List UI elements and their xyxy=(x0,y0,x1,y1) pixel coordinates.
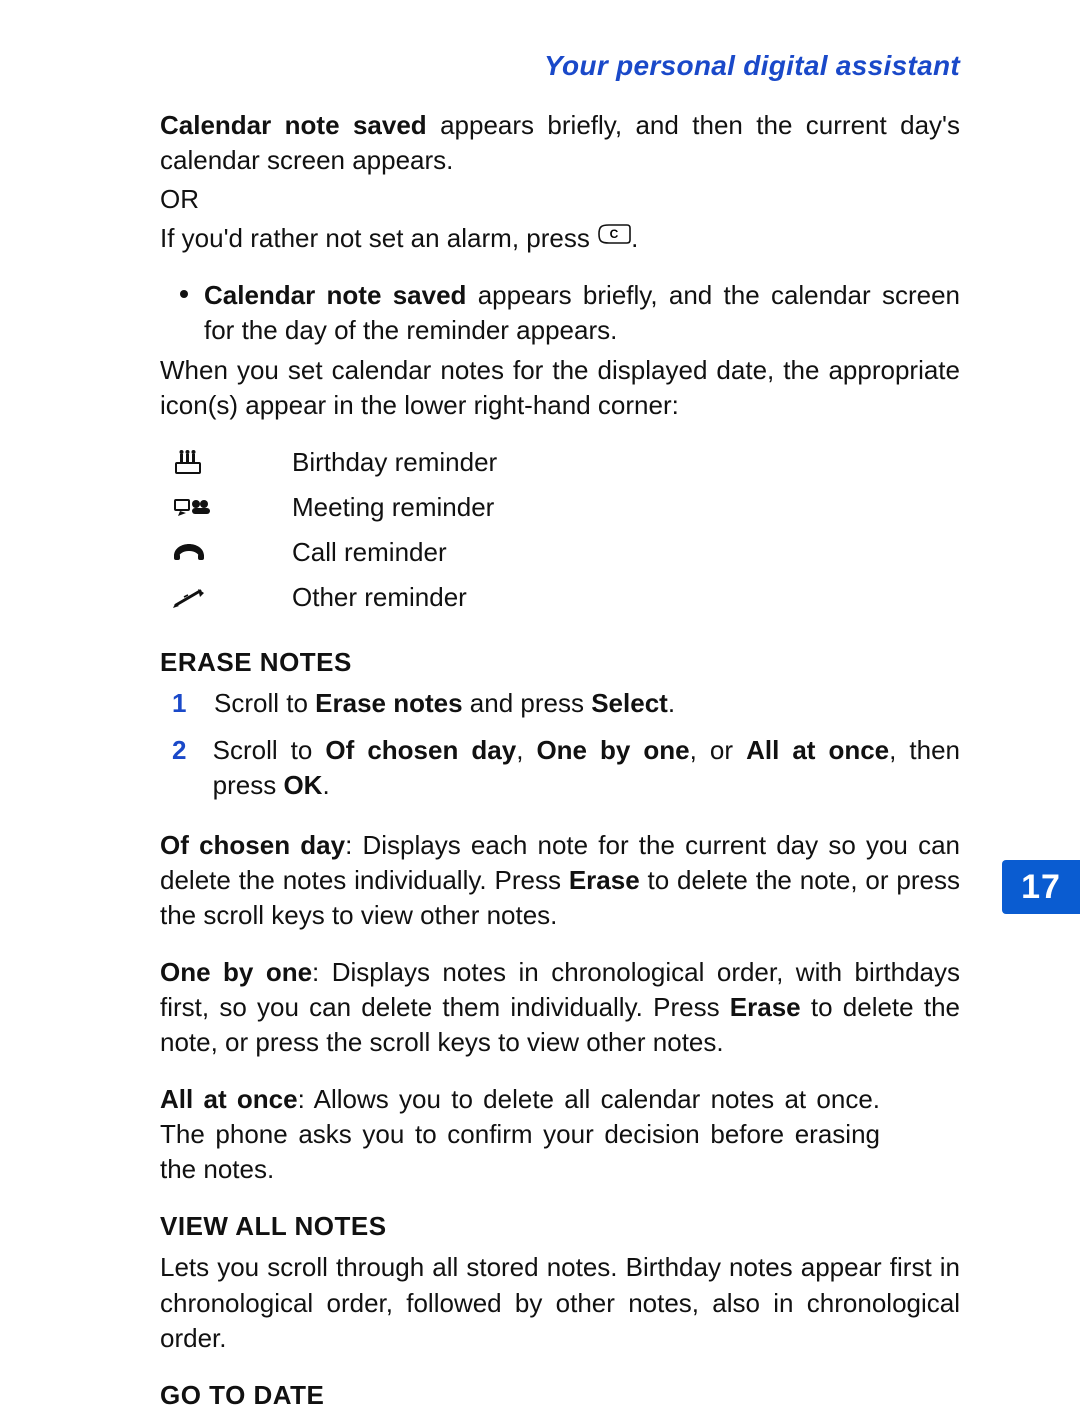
icon-row-other: Other reminder xyxy=(160,580,960,615)
icon-label: Call reminder xyxy=(292,535,447,570)
text: Scroll to xyxy=(214,688,315,718)
bold-text: All at once xyxy=(160,1084,298,1114)
step-text: Scroll to Erase notes and press Select. xyxy=(214,686,675,721)
text: and press xyxy=(463,688,592,718)
icon-label: Meeting reminder xyxy=(292,490,494,525)
bold-text: Erase xyxy=(569,865,640,895)
bold-text: Of chosen day xyxy=(160,830,345,860)
intro-line1: Calendar note saved appears briefly, and… xyxy=(160,108,960,178)
text: , xyxy=(516,735,536,765)
section-erase-title: ERASE NOTES xyxy=(160,645,960,680)
text: If you'd rather not set an alarm, press xyxy=(160,223,597,253)
step-number: 2 xyxy=(172,733,191,803)
call-icon xyxy=(172,542,206,562)
text: . xyxy=(322,770,329,800)
meeting-icon xyxy=(172,496,212,518)
page: Your personal digital assistant Calendar… xyxy=(0,0,1080,1412)
icon-table: Birthday reminder Meeting reminder xyxy=(160,445,960,615)
erase-allatonce: All at once: Allows you to delete all ca… xyxy=(160,1082,960,1187)
step-text: Scroll to Of chosen day, One by one, or … xyxy=(213,733,960,803)
intro-bullet: Calendar note saved appears briefly, and… xyxy=(180,278,960,348)
bold-text: All at once xyxy=(746,735,889,765)
erase-steps: 1 Scroll to Erase notes and press Select… xyxy=(160,686,960,803)
erase-step-1: 1 Scroll to Erase notes and press Select… xyxy=(172,686,960,721)
intro-block: Calendar note saved appears briefly, and… xyxy=(160,108,960,256)
intro-or: OR xyxy=(160,182,960,217)
bullet-text: Calendar note saved appears briefly, and… xyxy=(204,278,960,348)
bold-text: One by one xyxy=(160,957,312,987)
icon-row-call: Call reminder xyxy=(160,535,960,570)
text: Scroll to xyxy=(213,735,326,765)
other-icon xyxy=(172,587,208,609)
birthday-icon xyxy=(172,448,204,476)
icon-row-birthday: Birthday reminder xyxy=(160,445,960,480)
text: , or xyxy=(690,735,746,765)
bold-text: Calendar note saved xyxy=(160,110,427,140)
erase-onebyone: One by one: Displays notes in chronologi… xyxy=(160,955,960,1060)
erase-ofchosen: Of chosen day: Displays each note for th… xyxy=(160,828,960,933)
text: . xyxy=(631,223,638,253)
text: . xyxy=(668,688,675,718)
bold-text: Select xyxy=(591,688,668,718)
icon-label: Birthday reminder xyxy=(292,445,497,480)
icon-label: Other reminder xyxy=(292,580,467,615)
chapter-tab: 17 xyxy=(1002,860,1080,914)
bold-text: Calendar note saved xyxy=(204,280,466,310)
bold-text: Erase xyxy=(730,992,801,1022)
icon-row-meeting: Meeting reminder xyxy=(160,490,960,525)
step-number: 1 xyxy=(172,686,192,721)
bullet-icon xyxy=(180,290,188,298)
page-header: Your personal digital assistant xyxy=(160,50,960,82)
intro-line2: If you'd rather not set an alarm, press … xyxy=(160,221,960,256)
bold-text: Erase notes xyxy=(315,688,462,718)
section-viewall-title: VIEW ALL NOTES xyxy=(160,1209,960,1244)
c-key-icon: C xyxy=(597,223,631,245)
section-gotodate-title: GO TO DATE xyxy=(160,1378,960,1412)
bold-text: Of chosen day xyxy=(325,735,516,765)
erase-step-2: 2 Scroll to Of chosen day, One by one, o… xyxy=(172,733,960,803)
bold-text: OK xyxy=(283,770,322,800)
bold-text: One by one xyxy=(536,735,689,765)
viewall-text: Lets you scroll through all stored notes… xyxy=(160,1250,960,1355)
icon-intro: When you set calendar notes for the disp… xyxy=(160,353,960,423)
svg-text:C: C xyxy=(610,227,619,241)
